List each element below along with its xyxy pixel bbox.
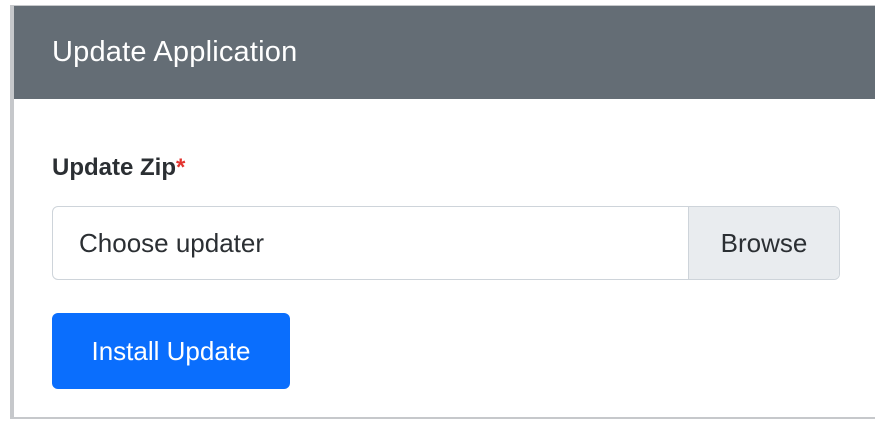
update-zip-label: Update Zip* — [52, 154, 185, 182]
install-update-button[interactable]: Install Update — [52, 313, 290, 389]
update-application-card: Update Application Update Zip* Choose up… — [10, 5, 875, 419]
required-asterisk: * — [176, 154, 186, 181]
file-input-placeholder[interactable]: Choose updater — [53, 207, 688, 279]
card-header: Update Application — [14, 6, 875, 99]
page-title: Update Application — [52, 36, 298, 68]
update-zip-file-input[interactable]: Choose updater Browse — [52, 206, 840, 280]
browse-button[interactable]: Browse — [688, 207, 839, 279]
update-zip-label-text: Update Zip — [52, 154, 176, 181]
